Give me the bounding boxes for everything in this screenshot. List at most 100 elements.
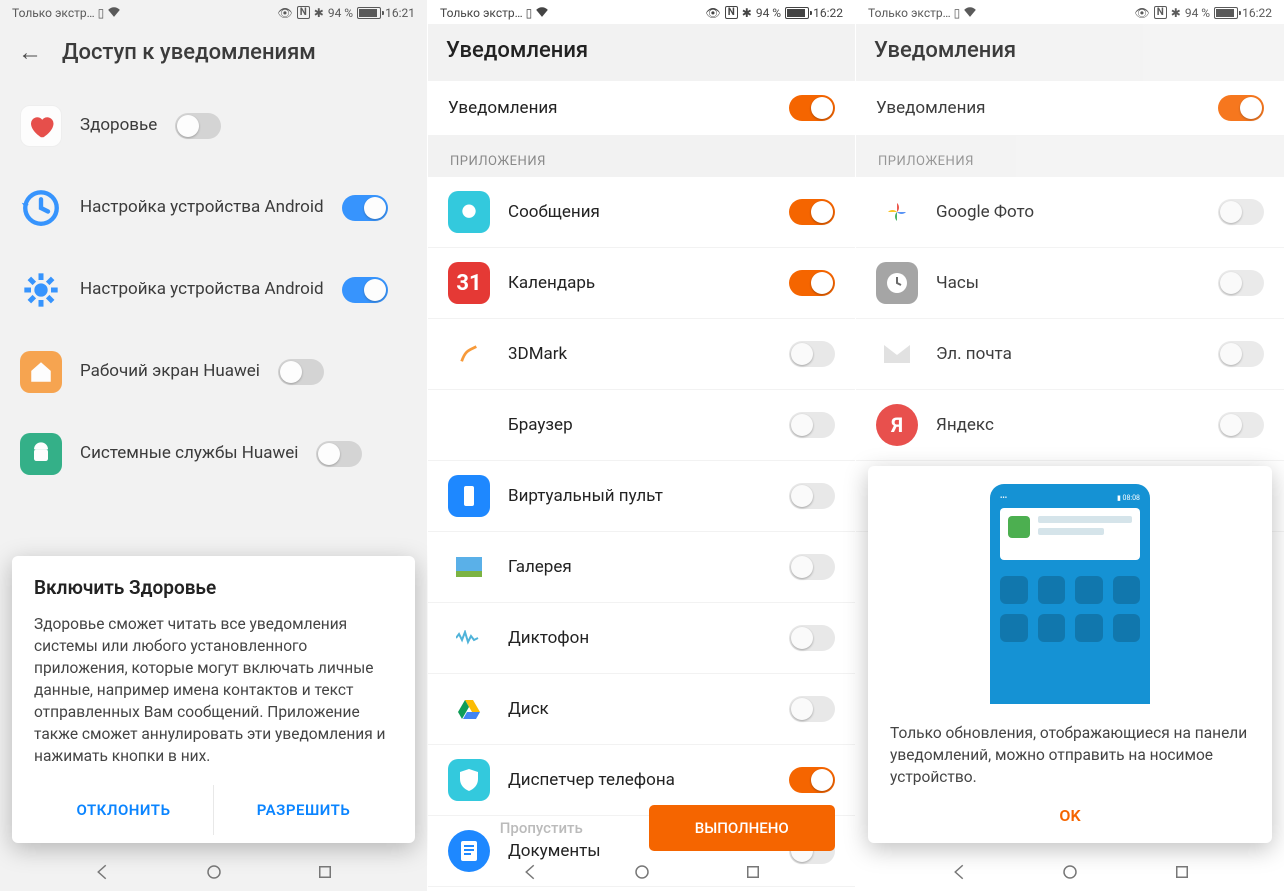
back-icon[interactable]: ←: [18, 38, 42, 67]
battery-pct: 94 %: [328, 6, 353, 20]
chat-icon: [448, 191, 490, 233]
access-row-huawei-home[interactable]: Рабочий экран Huawei: [0, 331, 427, 413]
nav-recent-icon[interactable]: [744, 863, 762, 881]
access-row-huawei-services[interactable]: Системные службы Huawei: [0, 413, 427, 495]
access-row-android-setup-2[interactable]: Настройка устройства Android: [0, 249, 427, 331]
master-toggle-row[interactable]: Уведомления: [856, 81, 1284, 136]
nav-back-icon[interactable]: [521, 863, 539, 881]
nav-home-icon[interactable]: [1061, 863, 1079, 881]
nav-bar: [0, 853, 427, 891]
page-title: Уведомления: [874, 38, 1016, 63]
yandex-icon: Я: [876, 404, 918, 446]
google-photos-icon: [876, 191, 918, 233]
clock-label: 16:22: [813, 6, 843, 20]
master-toggle-row[interactable]: Уведомления: [428, 81, 855, 136]
app-row-recorder[interactable]: Диктофон: [428, 603, 855, 674]
status-bar: Только экстр… ▯ 👁 N ✱ 94 % 16:22: [428, 0, 855, 24]
app-row-browser[interactable]: Y Браузер: [428, 390, 855, 461]
toggle[interactable]: [789, 341, 835, 367]
access-label: Настройка устройства Android: [80, 279, 324, 300]
toggle[interactable]: [789, 270, 835, 296]
home-icon: [20, 351, 62, 393]
toggle[interactable]: [175, 113, 221, 139]
android-icon: [20, 433, 62, 475]
app-row-gallery[interactable]: Галерея: [428, 532, 855, 603]
nav-recent-icon[interactable]: [1173, 863, 1191, 881]
battery-pct: 94 %: [756, 6, 781, 20]
app-label: Google Фото: [936, 202, 1200, 222]
app-label: Сообщения: [508, 202, 771, 222]
app-row-clock[interactable]: Часы: [856, 248, 1284, 319]
nav-home-icon[interactable]: [205, 863, 223, 881]
toggle[interactable]: [1218, 412, 1264, 438]
carrier-label: Только экстр…: [440, 6, 523, 20]
toggle[interactable]: [789, 696, 835, 722]
toggle[interactable]: [342, 277, 388, 303]
section-header: ПРИЛОЖЕНИЯ: [856, 136, 1284, 177]
battery-icon: [1214, 7, 1238, 19]
footer-actions: Пропустить ВЫПОЛНЕНО: [428, 805, 855, 851]
eye-icon: 👁: [277, 6, 292, 20]
drive-icon: [448, 688, 490, 730]
toggle[interactable]: [789, 625, 835, 651]
toggle[interactable]: [789, 767, 835, 793]
app-label: Браузер: [508, 415, 771, 435]
done-button[interactable]: ВЫПОЛНЕНО: [649, 805, 836, 851]
app-row-drive[interactable]: Диск: [428, 674, 855, 745]
toggle[interactable]: [789, 554, 835, 580]
nav-back-icon[interactable]: [93, 863, 111, 881]
app-row-3dmark[interactable]: 3DMark: [428, 319, 855, 390]
app-row-yandex[interactable]: Я Яндекс: [856, 390, 1284, 461]
section-header: ПРИЛОЖЕНИЯ: [428, 136, 855, 177]
app-label: Диктофон: [508, 628, 771, 648]
status-bar: Только экстр… ▯ 👁 N ✱ 94 % 16:21: [0, 0, 427, 24]
toggle[interactable]: [1218, 341, 1264, 367]
toggle[interactable]: [789, 199, 835, 225]
access-row-health[interactable]: Здоровье: [0, 85, 427, 167]
access-label: Настройка устройства Android: [80, 197, 324, 218]
page-title: Доступ к уведомлениям: [62, 40, 316, 65]
toggle[interactable]: [789, 412, 835, 438]
toggle[interactable]: [342, 195, 388, 221]
yandex-browser-icon: Y: [448, 404, 490, 446]
screen-header: ← Доступ к уведомлениям: [0, 24, 427, 85]
bluetooth-icon: ✱: [314, 6, 324, 20]
carrier-label: Только экстр…: [12, 6, 95, 20]
app-row-messages[interactable]: Сообщения: [428, 177, 855, 248]
bluetooth-icon: ✱: [1171, 6, 1181, 20]
wifi-icon: [963, 5, 977, 20]
app-label: 3DMark: [508, 344, 771, 364]
toggle[interactable]: [1218, 95, 1264, 121]
page-title: Уведомления: [446, 38, 588, 63]
app-label: Виртуальный пульт: [508, 486, 771, 506]
nav-recent-icon[interactable]: [316, 863, 334, 881]
3dmark-icon: [448, 333, 490, 375]
toggle[interactable]: [789, 483, 835, 509]
app-row-email[interactable]: Эл. почта: [856, 319, 1284, 390]
bluetooth-icon: ✱: [742, 6, 752, 20]
wifi-icon: [107, 5, 121, 20]
access-row-android-setup-1[interactable]: Настройка устройства Android: [0, 167, 427, 249]
toggle[interactable]: [316, 441, 362, 467]
app-row-calendar[interactable]: 31 Календарь: [428, 248, 855, 319]
nfc-icon: N: [725, 6, 738, 19]
nfc-icon: N: [297, 6, 310, 19]
toggle[interactable]: [1218, 270, 1264, 296]
toggle[interactable]: [278, 359, 324, 385]
gallery-icon: [448, 546, 490, 588]
allow-button[interactable]: РАЗРЕШИТЬ: [214, 785, 393, 835]
permission-dialog: Включить Здоровье Здоровье сможет читать…: [12, 556, 415, 843]
battery-icon: [785, 7, 809, 19]
nav-back-icon[interactable]: [950, 863, 968, 881]
app-row-google-photos[interactable]: Google Фото: [856, 177, 1284, 248]
skip-button[interactable]: Пропустить: [448, 805, 635, 851]
app-label: Диспетчер телефона: [508, 770, 771, 790]
toggle[interactable]: [1218, 199, 1264, 225]
app-row-remote[interactable]: Виртуальный пульт: [428, 461, 855, 532]
deny-button[interactable]: ОТКЛОНИТЬ: [34, 785, 214, 835]
nav-home-icon[interactable]: [633, 863, 651, 881]
clock-label: 16:22: [1242, 6, 1272, 20]
screen-notifications-apps: Только экстр… ▯ 👁 N ✱ 94 % 16:22 Уведомл…: [428, 0, 856, 891]
toggle[interactable]: [789, 95, 835, 121]
ok-button[interactable]: OK: [890, 788, 1250, 837]
